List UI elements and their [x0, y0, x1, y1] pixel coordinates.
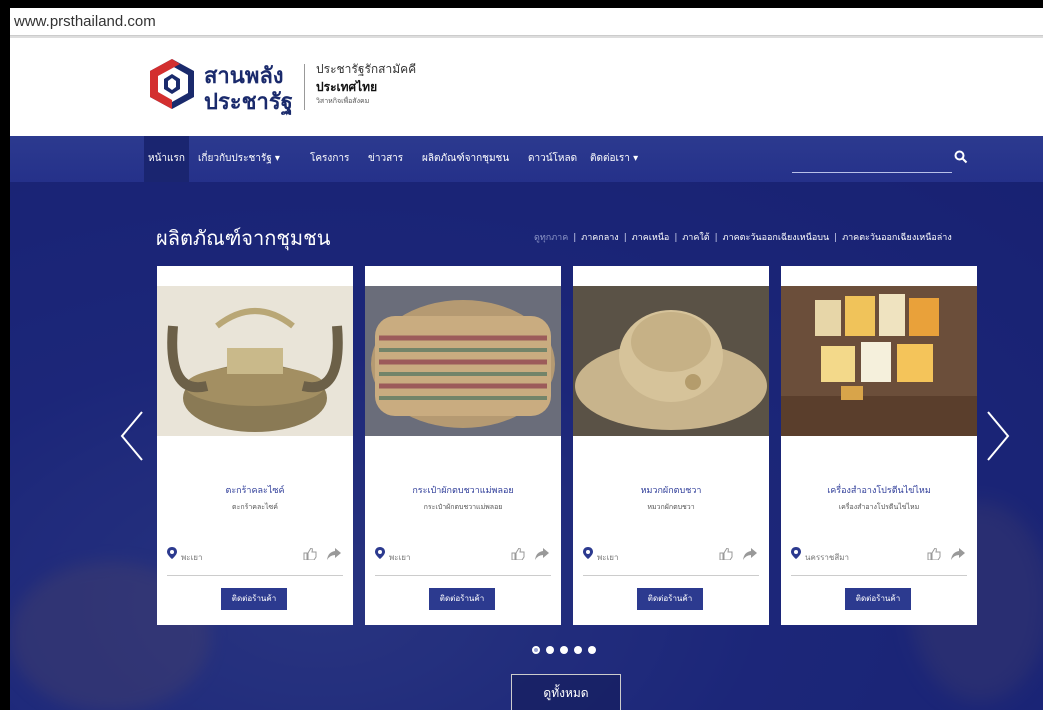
search-icon[interactable]	[954, 150, 968, 164]
product-desc: เครื่องสำอางโปรตีนไข่ไหม	[838, 503, 920, 511]
url-text[interactable]: www.prsthailand.com	[14, 13, 156, 30]
share-icon[interactable]	[327, 548, 341, 560]
nav-about[interactable]: เกี่ยวกับประชารัฐ ▾	[198, 136, 280, 182]
section-title: ผลิตภัณฑ์จากชุมชน	[156, 226, 331, 250]
like-icon[interactable]	[511, 548, 525, 560]
product-name[interactable]: กระเป๋าผักตบชวาแม่พลอย	[365, 483, 561, 497]
site-header: สานพลัง ประชารัฐ ประชารัฐรักสามัคคี ประเ…	[10, 36, 1043, 136]
carousel-dot-2[interactable]	[546, 646, 554, 654]
product-card[interactable]: ตะกร้าคละไซค์ ตะกร้าคละไซค์ พะเยา ติดต่อ…	[157, 266, 353, 625]
next-arrow-icon[interactable]	[984, 410, 1012, 462]
view-all-button[interactable]: ดูทั้งหมด	[511, 674, 621, 710]
nav-contact[interactable]: ติดต่อเรา ▾	[590, 136, 638, 182]
product-desc: ตะกร้าคละไซค์	[232, 503, 278, 511]
product-location: พะเยา	[597, 553, 619, 562]
product-name[interactable]: เครื่องสำอางโปรตีนไข่ไหม	[781, 483, 977, 497]
browser-window: www.prsthailand.com สานพลัง ประชารัฐ ประ…	[10, 8, 1043, 710]
map-pin-icon	[375, 547, 385, 559]
map-pin-icon	[167, 547, 177, 559]
logo-subtitle: ประชารัฐรักสามัคคี	[316, 62, 417, 76]
region-all[interactable]: ดูทุกภาค	[534, 233, 568, 243]
product-desc: กระเป๋าผักตบชวาแม่พลอย	[423, 503, 503, 511]
share-icon[interactable]	[951, 548, 965, 560]
logo-divider	[304, 64, 305, 110]
product-location: พะเยา	[181, 553, 203, 562]
carousel-dot-5[interactable]	[588, 646, 596, 654]
product-location: พะเยา	[389, 553, 411, 562]
product-image	[781, 286, 977, 436]
product-card[interactable]: หมวกผักตบชวา หมวกผักตบชวา พะเยา ติดต่อร้…	[573, 266, 769, 625]
map-pin-icon	[583, 547, 593, 559]
card-divider	[583, 575, 759, 576]
share-icon[interactable]	[743, 548, 757, 560]
carousel-dot-1[interactable]	[532, 646, 540, 654]
like-icon[interactable]	[303, 548, 317, 560]
nav-news[interactable]: ข่าวสาร	[368, 136, 403, 182]
contact-shop-button[interactable]: ติดต่อร้านค้า	[637, 588, 703, 610]
product-image	[365, 286, 561, 436]
region-north[interactable]: ภาคเหนือ	[632, 233, 670, 243]
product-desc: หมวกผักตบชวา	[647, 503, 695, 511]
region-south[interactable]: ภาคใต้	[682, 233, 709, 243]
card-divider	[375, 575, 551, 576]
nav-home[interactable]: หน้าแรก	[144, 136, 189, 182]
carousel-dot-3[interactable]	[560, 646, 568, 654]
contact-shop-button[interactable]: ติดต่อร้านค้า	[221, 588, 287, 610]
share-icon[interactable]	[535, 548, 549, 560]
product-name[interactable]: หมวกผักตบชวา	[573, 483, 769, 497]
nav-download[interactable]: ดาวน์โหลด	[528, 136, 577, 182]
region-northeast-upper[interactable]: ภาคตะวันออกเฉียงเหนือบน	[723, 233, 829, 243]
card-divider	[791, 575, 967, 576]
product-name[interactable]: ตะกร้าคละไซค์	[157, 483, 353, 497]
carousel-dot-4[interactable]	[574, 646, 582, 654]
product-image	[573, 286, 769, 436]
main-nav: หน้าแรก เกี่ยวกับประชารัฐ ▾ โครงการ ข่าว…	[10, 136, 1043, 182]
contact-shop-button[interactable]: ติดต่อร้านค้า	[429, 588, 495, 610]
like-icon[interactable]	[927, 548, 941, 560]
logo-title-2: ประชารัฐ	[204, 90, 293, 115]
region-northeast-lower[interactable]: ภาคตะวันออกเฉียงเหนือล่าง	[842, 233, 952, 243]
nav-projects[interactable]: โครงการ	[310, 136, 349, 182]
logo-icon	[150, 59, 194, 109]
carousel-pagination	[532, 644, 622, 656]
region-filter: ดูทุกภาค | ภาคกลาง | ภาคเหนือ | ภาคใต้ | ภาคตะวั…	[534, 233, 952, 243]
logo-subtitle-2: ประเทศไทย	[316, 80, 378, 94]
product-image	[157, 286, 353, 436]
address-bar[interactable]: www.prsthailand.com	[10, 8, 1043, 36]
region-central[interactable]: ภาคกลาง	[581, 233, 618, 243]
card-divider	[167, 575, 343, 576]
product-card[interactable]: เครื่องสำอางโปรตีนไข่ไหม เครื่องสำอางโปร…	[781, 266, 977, 625]
prev-arrow-icon[interactable]	[118, 410, 146, 462]
search-input[interactable]	[792, 172, 952, 173]
product-location: นครราชสีมา	[805, 553, 849, 562]
products-section: ผลิตภัณฑ์จากชุมชน ดูทุกภาค | ภาคกลาง | ภาคเห…	[10, 182, 1043, 710]
contact-shop-button[interactable]: ติดต่อร้านค้า	[845, 588, 911, 610]
nav-products[interactable]: ผลิตภัณฑ์จากชุมชน	[422, 136, 509, 182]
like-icon[interactable]	[719, 548, 733, 560]
product-card[interactable]: กระเป๋าผักตบชวาแม่พลอย กระเป๋าผักตบชวาแม…	[365, 266, 561, 625]
logo-subtitle-3: วิสาหกิจเพื่อสังคม	[316, 97, 370, 105]
map-pin-icon	[791, 547, 801, 559]
site-logo[interactable]: สานพลัง ประชารัฐ ประชารัฐรักสามัคคี ประเ…	[144, 56, 464, 126]
